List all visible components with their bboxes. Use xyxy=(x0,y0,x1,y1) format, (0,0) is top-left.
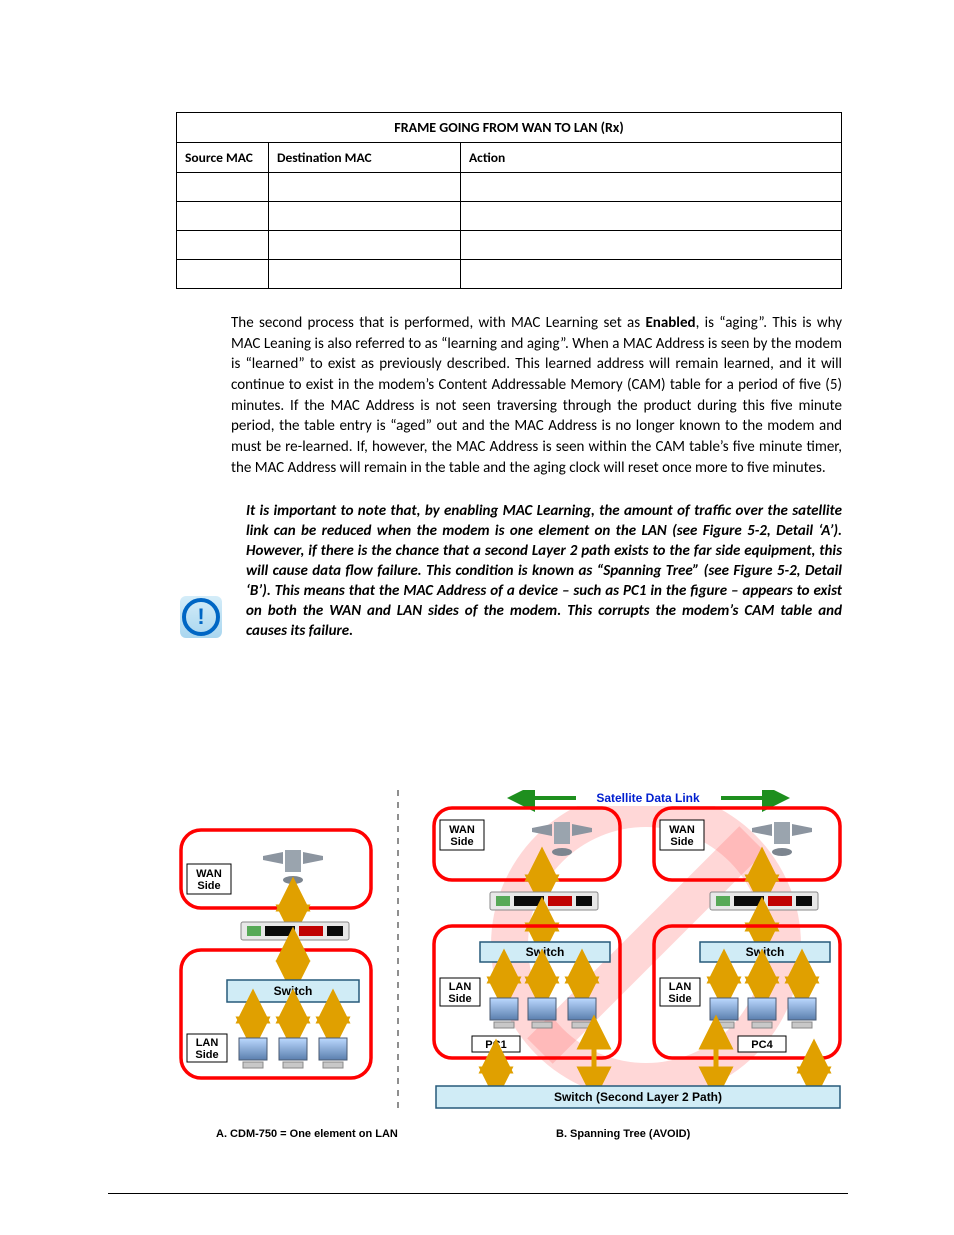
svg-text:WANSide: WANSide xyxy=(449,824,475,848)
table-title: FRAME GOING FROM WAN TO LAN (Rx) xyxy=(177,113,842,143)
table-row xyxy=(177,202,842,231)
svg-text:Switch: Switch xyxy=(746,945,785,959)
cell-dst xyxy=(269,260,461,289)
page: FRAME GOING FROM WAN TO LAN (Rx) Source … xyxy=(0,0,954,1235)
cell-dst xyxy=(269,173,461,202)
svg-text:LANSide: LANSide xyxy=(195,1037,218,1061)
important-icon: ! xyxy=(180,596,222,638)
svg-text:WANSide: WANSide xyxy=(196,868,222,892)
content: FRAME GOING FROM WAN TO LAN (Rx) Source … xyxy=(176,112,842,641)
text-bold: Enabled xyxy=(645,314,695,332)
table-row xyxy=(177,260,842,289)
cell-act xyxy=(461,202,842,231)
figure-diagram: WANSide xyxy=(176,790,842,1120)
cell-dst xyxy=(269,202,461,231)
caption-a: A. CDM-750 = One element on LAN xyxy=(216,1128,398,1140)
cell-act xyxy=(461,231,842,260)
pc4-label: PC4 xyxy=(751,1039,773,1051)
table-row xyxy=(177,173,842,202)
svg-text:Switch: Switch xyxy=(274,984,313,998)
th-source-mac: Source MAC xyxy=(177,143,269,173)
cell-act xyxy=(461,173,842,202)
cell-src xyxy=(177,231,269,260)
th-destination-mac: Destination MAC xyxy=(269,143,461,173)
cell-src xyxy=(177,260,269,289)
th-action: Action xyxy=(461,143,842,173)
satellite-link-label: Satellite Data Link xyxy=(596,791,700,805)
text: , is “aging”. This is why MAC Leaning is… xyxy=(231,314,842,477)
svg-text:Switch: Switch xyxy=(526,945,565,959)
caption-b: B. Spanning Tree (AVOID) xyxy=(556,1128,690,1140)
cell-src xyxy=(177,202,269,231)
svg-text:WANSide: WANSide xyxy=(669,824,695,848)
svg-text:LANSide: LANSide xyxy=(668,981,691,1005)
paragraph-note: It is important to note that, by enablin… xyxy=(246,501,842,642)
pc1-label: PC1 xyxy=(485,1039,506,1051)
cell-src xyxy=(177,173,269,202)
second-layer2-label: Switch (Second Layer 2 Path) xyxy=(554,1090,722,1104)
text: The second process that is performed, wi… xyxy=(231,314,645,332)
cell-act xyxy=(461,260,842,289)
cell-dst xyxy=(269,231,461,260)
paragraph-aging: The second process that is performed, wi… xyxy=(231,313,842,479)
svg-text:LANSide: LANSide xyxy=(448,981,471,1005)
footer-rule xyxy=(108,1193,848,1194)
table-row xyxy=(177,231,842,260)
frame-table: FRAME GOING FROM WAN TO LAN (Rx) Source … xyxy=(176,112,842,289)
